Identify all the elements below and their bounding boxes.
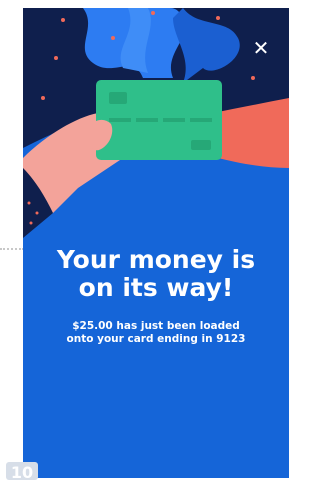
card-number-group [109, 118, 131, 122]
close-icon: ✕ [252, 36, 270, 60]
hero-illustration [23, 8, 289, 238]
decor-dot [54, 56, 58, 60]
subtitle-line-2: onto your card ending in 9123 [66, 333, 246, 345]
card-logo [191, 140, 211, 150]
dotted-connector [0, 248, 24, 250]
success-modal: ✕ Your money is on its way! $25.00 has j… [23, 8, 289, 478]
card-number-group [163, 118, 185, 122]
close-button[interactable]: ✕ [251, 38, 271, 58]
title-line-1: Your money is [56, 245, 256, 274]
decor-dot [151, 11, 155, 15]
card-chip [109, 92, 127, 104]
card-number-group [190, 118, 212, 122]
decor-dot [29, 221, 33, 225]
decor-dot [41, 96, 45, 100]
confirmation-subtitle: $25.00 has just been loaded onto your ca… [23, 320, 289, 346]
decor-dot [111, 36, 115, 40]
decor-dot [61, 18, 65, 22]
confirmation-title: Your money is on its way! [23, 246, 289, 302]
decor-dot [251, 76, 255, 80]
decor-dot [216, 16, 220, 20]
subtitle-line-1: $25.00 has just been loaded [72, 320, 240, 332]
decor-dot [35, 211, 39, 215]
page-number-badge: 10 [6, 462, 38, 480]
title-line-2: on its way! [78, 273, 234, 302]
card-number-group [136, 118, 158, 122]
decor-dot [27, 201, 31, 205]
